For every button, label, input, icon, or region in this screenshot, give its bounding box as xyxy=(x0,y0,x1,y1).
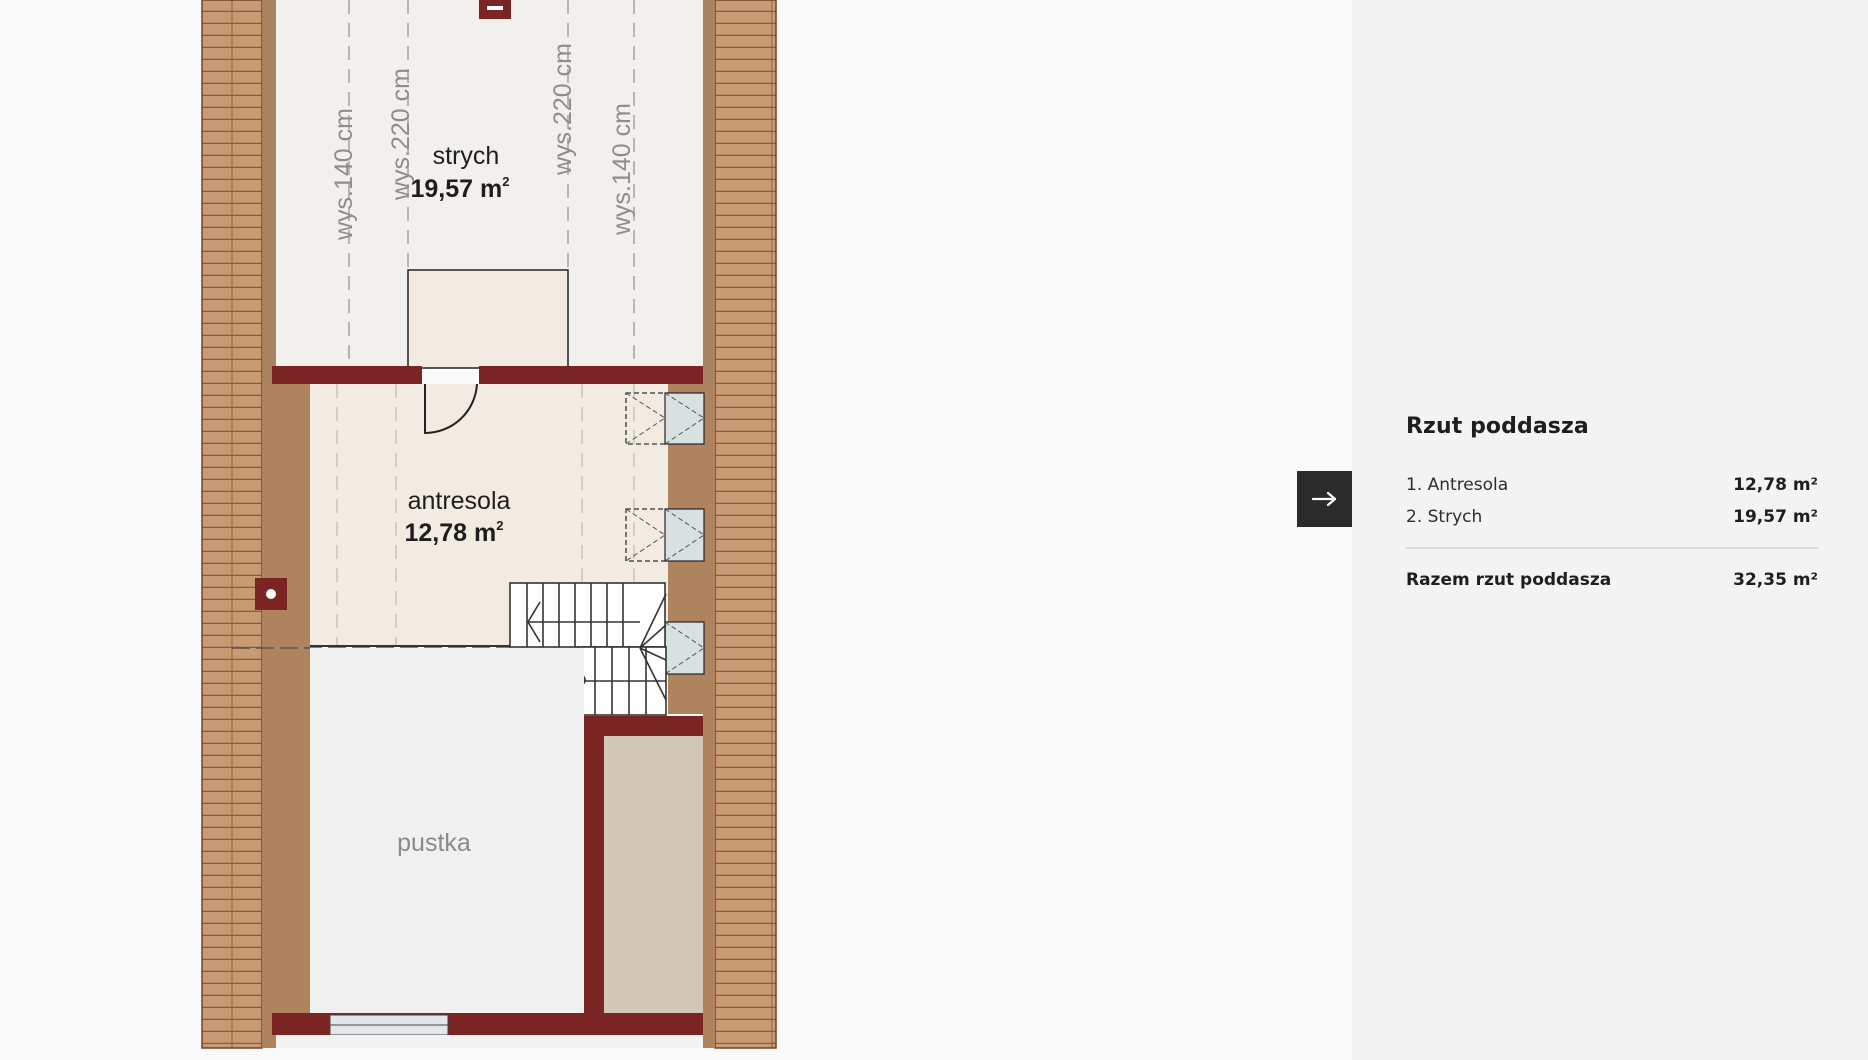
room-row-antresola: 1. Antresola 12,78 m² xyxy=(1406,469,1818,501)
left-wood-strip xyxy=(262,0,276,384)
left-wood-strip-lower xyxy=(262,384,310,1048)
floor-plan-area: strych 19,57 m2 antresola 12,78 m2 pustk… xyxy=(0,0,1352,1060)
summary-divider xyxy=(1406,547,1818,549)
total-label: Razem rzut poddasza xyxy=(1406,570,1612,590)
total-row: Razem rzut poddasza 32,35 m² xyxy=(1406,567,1818,593)
height-label-left-outer: wys.140 cm xyxy=(330,108,358,241)
partition-wall xyxy=(272,366,422,384)
room-row-label: 2. Strych xyxy=(1406,507,1483,527)
height-label-right-outer: wys.140 cm xyxy=(608,103,636,236)
room-label-antresola: antresola xyxy=(408,487,511,515)
room-area-strych: 19,57 m2 xyxy=(411,174,510,203)
room-area-antresola: 12,78 m2 xyxy=(405,518,504,547)
room-row-area: 12,78 m² xyxy=(1733,475,1818,495)
area-summary-panel: Rzut poddasza 1. Antresola 12,78 m² 2. S… xyxy=(1352,0,1868,1060)
room-row-strych: 2. Strych 19,57 m² xyxy=(1406,501,1818,533)
panel-title: Rzut poddasza xyxy=(1406,414,1589,439)
height-label-left-inner: wys.220 cm xyxy=(387,68,415,201)
room-row-area: 19,57 m² xyxy=(1733,507,1818,527)
right-brick-wall xyxy=(714,0,777,1049)
arrow-right-icon xyxy=(1311,491,1336,507)
height-label-right-inner: wys.220 cm xyxy=(549,43,577,176)
panel-toggle-button[interactable] xyxy=(1297,471,1352,527)
room-label-strych: strych xyxy=(433,142,500,170)
right-wood-strip xyxy=(703,0,715,384)
attic-hatch xyxy=(407,269,569,369)
area-summary: Rzut poddasza 1. Antresola 12,78 m² 2. S… xyxy=(1406,414,1818,593)
room-label-pustka: pustka xyxy=(397,829,471,857)
right-wood-strip-bottom xyxy=(703,714,715,1048)
floor-plan-drawing: strych 19,57 m2 antresola 12,78 m2 pustk… xyxy=(201,0,777,1049)
storage-room xyxy=(604,736,703,1013)
total-area: 32,35 m² xyxy=(1733,570,1818,590)
left-brick-wall xyxy=(201,0,263,1049)
room-row-label: 1. Antresola xyxy=(1406,475,1509,495)
